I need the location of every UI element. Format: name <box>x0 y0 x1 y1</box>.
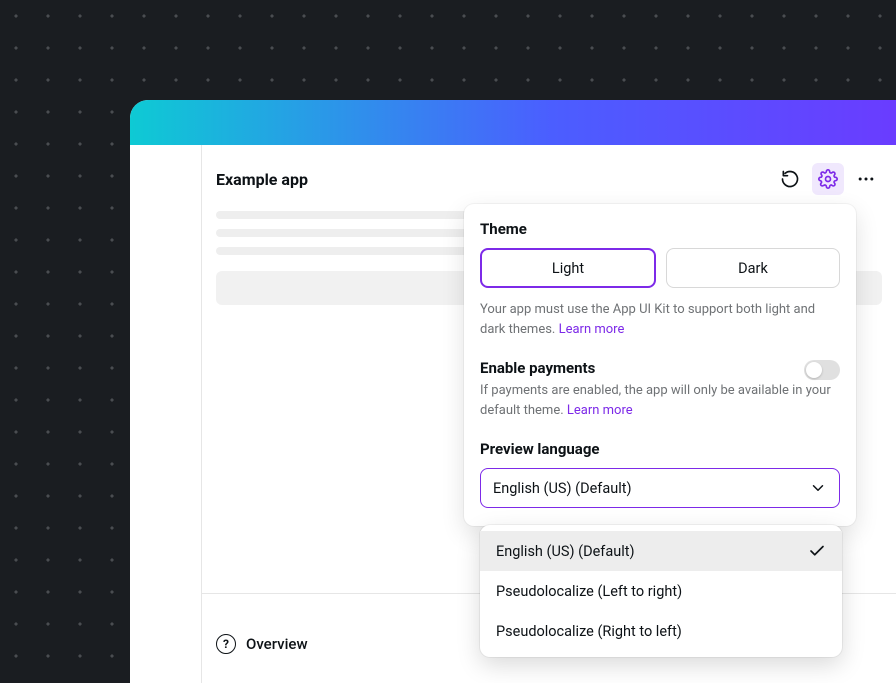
settings-button[interactable] <box>812 163 844 195</box>
theme-light-button[interactable]: Light <box>480 248 656 288</box>
gear-icon <box>818 169 838 189</box>
help-icon: ? <box>216 634 236 654</box>
theme-help-text: Your app must use the App UI Kit to supp… <box>480 300 840 339</box>
language-selected-value: English (US) (Default) <box>493 480 632 497</box>
payments-help-text: If payments are enabled, the app will on… <box>480 381 840 420</box>
language-dropdown: English (US) (Default) Pseudolocalize (L… <box>480 525 842 657</box>
payments-learn-more-link[interactable]: Learn more <box>567 403 633 418</box>
theme-segmented: Light Dark <box>480 248 840 288</box>
page-title: Example app <box>216 170 308 189</box>
language-option[interactable]: English (US) (Default) <box>480 531 842 571</box>
skeleton-line <box>216 247 469 255</box>
chevron-down-icon <box>809 479 827 497</box>
payments-label: Enable payments <box>480 359 595 377</box>
overview-label: Overview <box>246 635 308 653</box>
theme-label: Theme <box>480 220 840 238</box>
left-rail <box>130 145 202 683</box>
language-label: Preview language <box>480 440 840 458</box>
theme-learn-more-link[interactable]: Learn more <box>559 322 625 337</box>
language-select[interactable]: English (US) (Default) <box>480 468 840 508</box>
more-button[interactable] <box>850 163 882 195</box>
language-option[interactable]: Pseudolocalize (Left to right) <box>480 571 842 611</box>
language-option[interactable]: Pseudolocalize (Right to left) <box>480 611 842 651</box>
theme-dark-button[interactable]: Dark <box>666 248 840 288</box>
more-icon <box>856 169 876 189</box>
settings-popover: Theme Light Dark Your app must use the A… <box>464 204 856 526</box>
reload-icon <box>780 169 800 189</box>
reload-button[interactable] <box>774 163 806 195</box>
payments-toggle[interactable] <box>804 360 840 380</box>
window-title-bar <box>130 100 896 145</box>
toggle-knob <box>806 362 822 378</box>
check-icon <box>808 542 826 560</box>
